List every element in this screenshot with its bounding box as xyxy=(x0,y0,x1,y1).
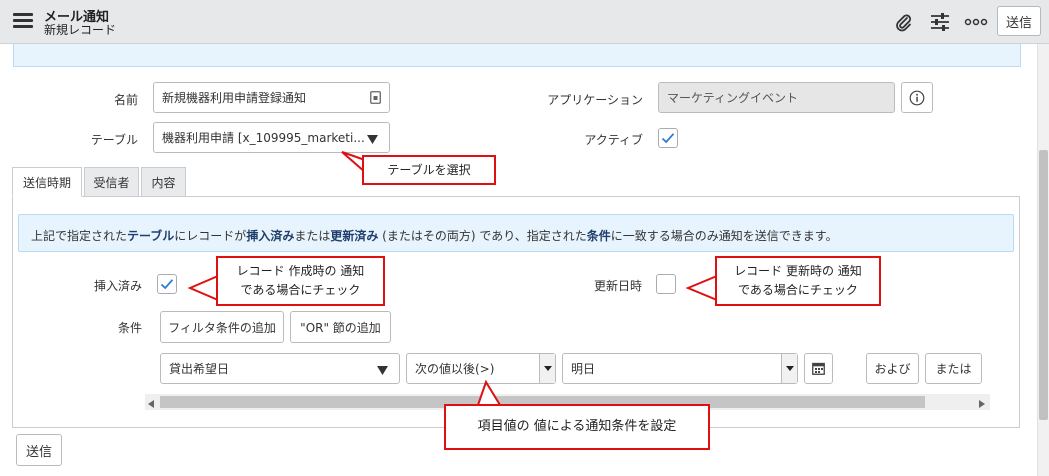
callout-table: テーブルを選択 xyxy=(362,155,496,185)
callout-pointer-inserted xyxy=(187,274,219,302)
tab-send-timing[interactable]: 送信時期 xyxy=(12,167,82,197)
callout-inserted: レコード 作成時の 通知 である場合にチェック xyxy=(216,256,385,306)
callout-updated: レコード 更新時の 通知 である場合にチェック xyxy=(715,256,881,306)
callout-pointer-updated xyxy=(685,274,718,302)
callout-pointer-condition xyxy=(476,379,502,406)
callout-condition: 項目値の 値による通知条件を設定 xyxy=(444,404,710,450)
